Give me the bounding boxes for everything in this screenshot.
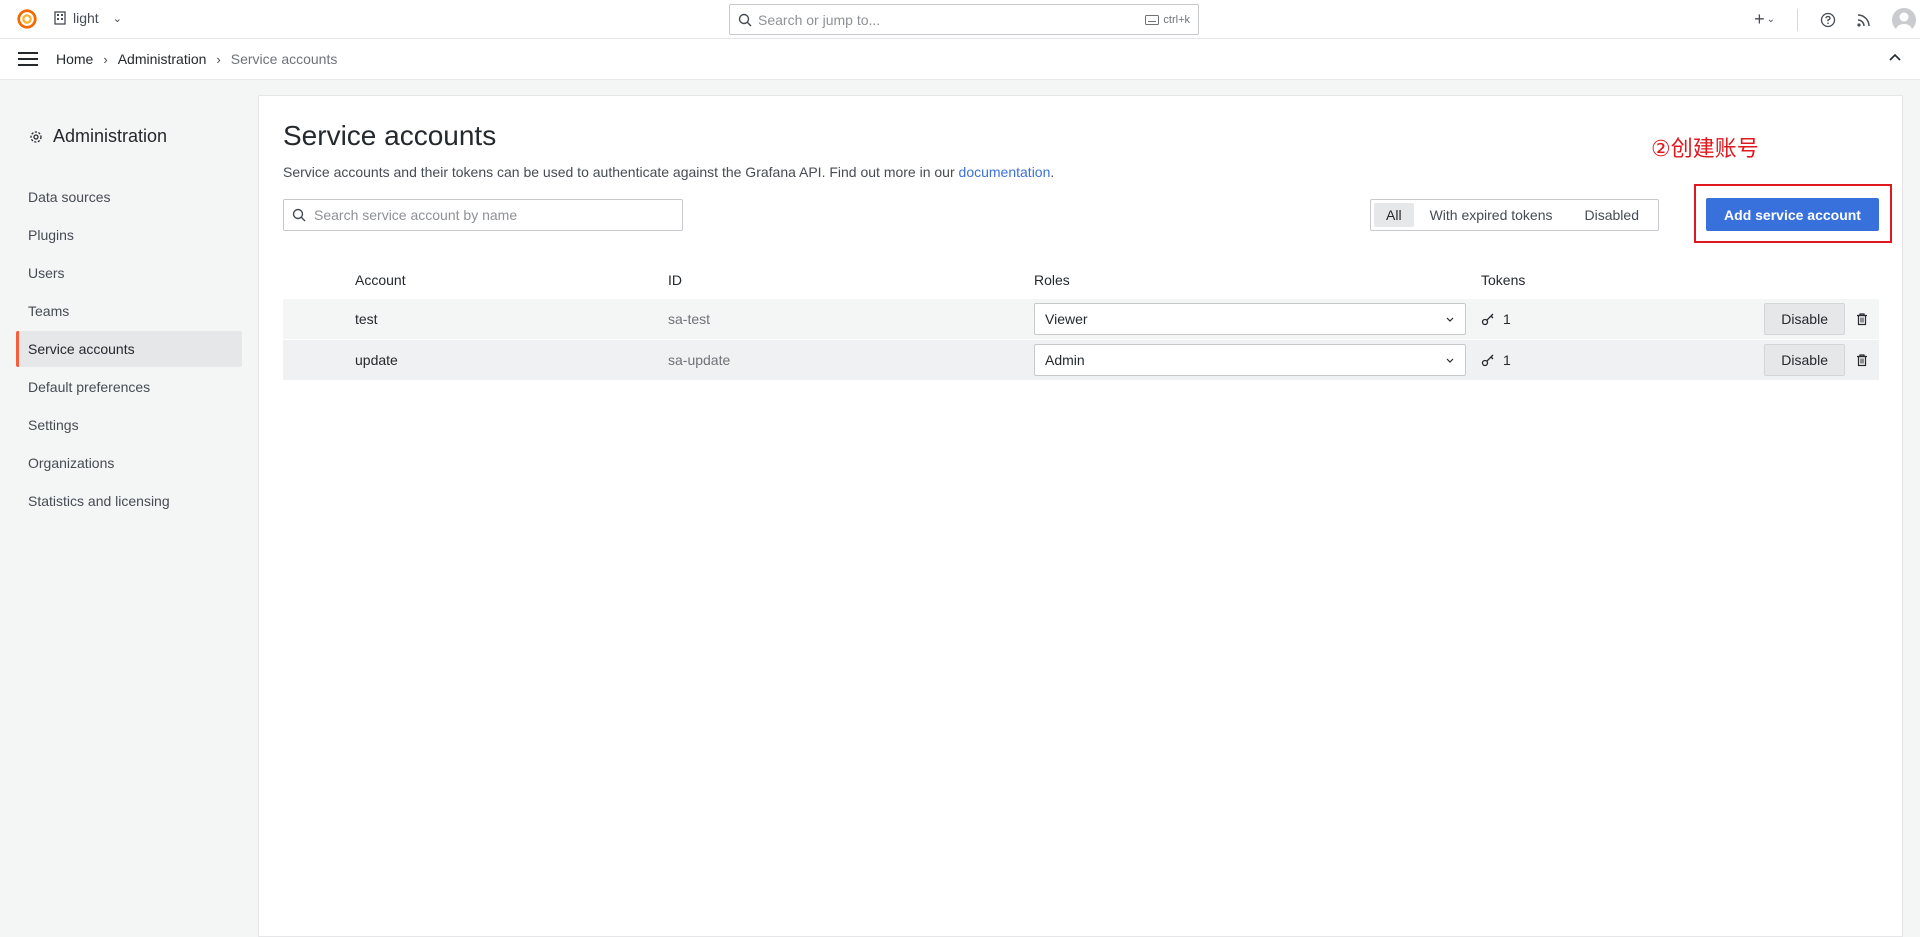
tokens-cell: 1 xyxy=(1481,340,1511,380)
header-account: Account xyxy=(355,272,406,288)
search-placeholder: Search or jump to... xyxy=(758,11,881,28)
sidebar-item-teams[interactable]: Teams xyxy=(16,293,242,329)
add-service-account-button[interactable]: Add service account xyxy=(1706,198,1879,231)
top-bar: light ⌄ Search or jump to... ctrl+k + ⌄ xyxy=(0,0,1920,39)
filter-all[interactable]: All xyxy=(1374,203,1414,227)
sidebar-item-default-preferences[interactable]: Default preferences xyxy=(16,369,242,405)
account-name[interactable]: update xyxy=(355,340,398,380)
token-count: 1 xyxy=(1503,311,1511,327)
role-cell: Viewer xyxy=(1034,299,1466,339)
chevron-down-icon: ⌄ xyxy=(112,12,122,25)
page-description: Service accounts and their tokens can be… xyxy=(283,164,1054,180)
sidebar-item-organizations[interactable]: Organizations xyxy=(16,445,242,481)
avatar-icon[interactable] xyxy=(1892,7,1916,32)
header-id: ID xyxy=(668,272,682,288)
role-select[interactable]: Viewer xyxy=(1034,303,1466,335)
table-row[interactable]: update sa-update Admin 1 Disable xyxy=(283,339,1879,380)
global-search-input[interactable]: Search or jump to... ctrl+k xyxy=(729,4,1199,35)
sidebar-title-text: Administration xyxy=(53,126,168,146)
service-account-search-input[interactable]: Search service account by name xyxy=(283,199,683,231)
breadcrumb-bar: Home › Administration › Service accounts xyxy=(0,39,1920,80)
top-bar-actions: + ⌄ xyxy=(1754,0,1920,39)
filter-radio-group: All With expired tokens Disabled xyxy=(1370,199,1659,231)
search-shortcut: ctrl+k xyxy=(1145,14,1190,26)
menu-icon[interactable] xyxy=(18,52,38,66)
chevron-right-icon: › xyxy=(216,51,221,67)
table-row[interactable]: test sa-test Viewer 1 Disable xyxy=(283,298,1879,339)
role-value: Viewer xyxy=(1045,311,1088,327)
chevron-up-icon[interactable] xyxy=(1888,51,1902,65)
breadcrumb: Home › Administration › Service accounts xyxy=(56,51,337,67)
disable-button[interactable]: Disable xyxy=(1764,303,1845,335)
sidebar-item-plugins[interactable]: Plugins xyxy=(16,217,242,253)
breadcrumb-current: Service accounts xyxy=(230,51,338,67)
token-count: 1 xyxy=(1503,352,1511,368)
gear-icon xyxy=(30,130,42,143)
role-value: Admin xyxy=(1045,352,1085,368)
sidebar-item-data-sources[interactable]: Data sources xyxy=(16,179,242,215)
sidebar-item-users[interactable]: Users xyxy=(16,255,242,291)
filter-disabled[interactable]: Disabled xyxy=(1569,203,1655,227)
sidebar-item-statistics[interactable]: Statistics and licensing xyxy=(16,483,242,519)
account-id[interactable]: sa-update xyxy=(668,340,730,380)
chevron-right-icon: › xyxy=(103,51,108,67)
service-accounts-table: Account ID Roles Tokens test sa-test Vie… xyxy=(283,262,1879,380)
chevron-down-icon: ⌄ xyxy=(1766,14,1775,25)
account-id[interactable]: sa-test xyxy=(668,299,710,339)
sidebar-item-service-accounts[interactable]: Service accounts xyxy=(16,331,242,367)
sidebar-item-settings[interactable]: Settings xyxy=(16,407,242,443)
org-name: light xyxy=(73,10,99,26)
description-text: Service accounts and their tokens can be… xyxy=(283,164,959,180)
grafana-logo-icon[interactable] xyxy=(16,8,38,30)
filter-expired-tokens[interactable]: With expired tokens xyxy=(1414,203,1569,227)
rss-icon[interactable] xyxy=(1856,12,1872,28)
description-suffix: . xyxy=(1050,164,1055,180)
divider xyxy=(1797,8,1798,31)
key-icon xyxy=(1481,313,1494,326)
chevron-down-icon xyxy=(1446,317,1454,322)
search-placeholder: Search service account by name xyxy=(314,207,518,223)
documentation-link[interactable]: documentation xyxy=(959,164,1051,180)
actions-cell: Disable xyxy=(1764,340,1869,380)
chevron-down-icon xyxy=(1446,358,1454,363)
help-icon[interactable] xyxy=(1820,12,1836,28)
header-tokens: Tokens xyxy=(1481,272,1526,288)
search-icon xyxy=(292,208,306,222)
keyboard-icon xyxy=(1145,14,1160,25)
annotation-label: ②创建账号 xyxy=(1651,137,1759,162)
tokens-cell: 1 xyxy=(1481,299,1511,339)
breadcrumb-administration[interactable]: Administration xyxy=(118,51,207,67)
trash-icon[interactable] xyxy=(1855,353,1869,367)
actions-cell: Disable xyxy=(1764,299,1869,339)
breadcrumb-home[interactable]: Home xyxy=(56,51,93,67)
role-select[interactable]: Admin xyxy=(1034,344,1466,376)
account-name[interactable]: test xyxy=(355,299,378,339)
sidebar-title: Administration xyxy=(29,126,167,147)
table-header: Account ID Roles Tokens xyxy=(283,262,1879,298)
plus-icon: + xyxy=(1754,9,1765,29)
key-icon xyxy=(1481,354,1494,367)
org-switcher[interactable]: light ⌄ xyxy=(53,10,122,26)
page-title: Service accounts xyxy=(283,120,497,151)
new-menu-button[interactable]: + ⌄ xyxy=(1754,9,1775,30)
sidebar-nav: Data sources Plugins Users Teams Service… xyxy=(16,179,242,521)
header-roles: Roles xyxy=(1034,272,1070,288)
role-cell: Admin xyxy=(1034,340,1466,380)
shortcut-label: ctrl+k xyxy=(1163,13,1190,26)
disable-button[interactable]: Disable xyxy=(1764,344,1845,376)
search-icon xyxy=(738,13,752,26)
trash-icon[interactable] xyxy=(1855,312,1869,326)
building-icon xyxy=(54,11,66,25)
